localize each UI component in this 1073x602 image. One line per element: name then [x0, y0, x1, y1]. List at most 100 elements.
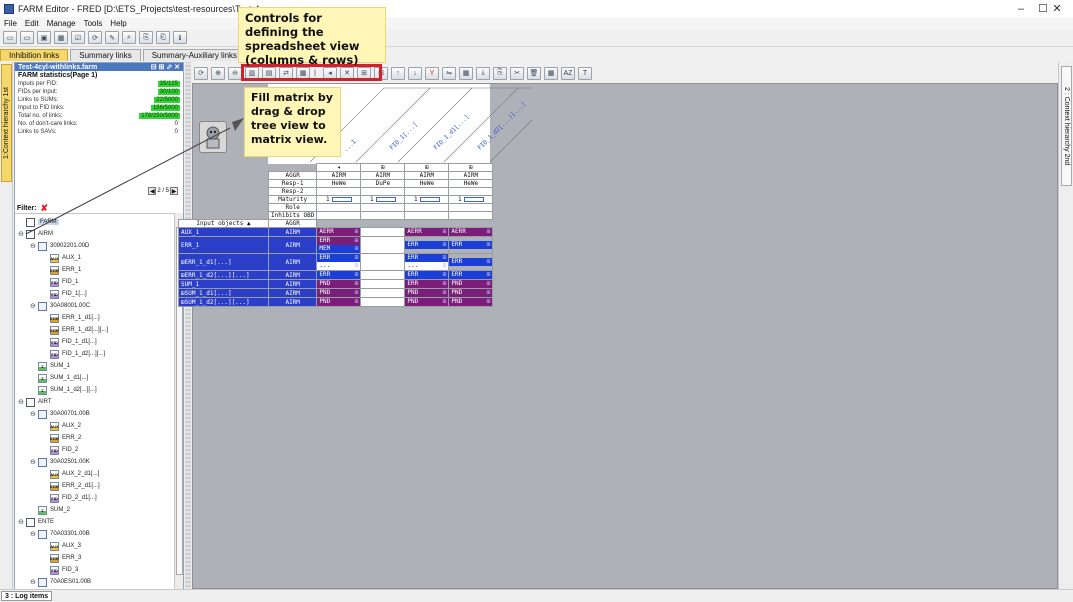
- maturity-slider[interactable]: [331, 197, 352, 202]
- grid-icon[interactable]: ⊞: [355, 271, 359, 279]
- tree-item[interactable]: ⊖ 70A0ES01.00B: [30, 576, 91, 588]
- attr-value[interactable]: 1: [316, 195, 362, 204]
- tree-item[interactable]: AUX AUX_2: [42, 420, 81, 432]
- grid-icon[interactable]: ⊞: [487, 258, 491, 266]
- col-header-3[interactable]: FID_1_d1[...]: [432, 113, 470, 151]
- az-icon[interactable]: AZ: [561, 66, 575, 80]
- attr-value[interactable]: [404, 187, 450, 196]
- grid-icon[interactable]: ⊞: [355, 254, 359, 262]
- row-header[interactable]: ⊞SUM_1_d2[...][...]: [178, 297, 269, 307]
- link-cell[interactable]: [360, 288, 406, 298]
- cut-icon[interactable]: ✂: [510, 66, 524, 80]
- menu-manage[interactable]: Manage: [47, 19, 76, 28]
- tree-item[interactable]: Σ SUM_1: [30, 360, 70, 372]
- grid-icon[interactable]: ⊞: [443, 271, 447, 279]
- grid-icon[interactable]: ⊞: [487, 228, 491, 236]
- copy-icon[interactable]: ⎘: [493, 66, 507, 80]
- tree-item[interactable]: ⊖ AIRM: [18, 228, 53, 240]
- grid-icon[interactable]: ⊞: [487, 289, 491, 297]
- prev-page-button[interactable]: ◀: [148, 187, 157, 195]
- tree-item[interactable]: ERR ERR_2_d1[...]: [42, 480, 100, 492]
- grid-icon[interactable]: ⊞: [487, 271, 491, 279]
- tree-item[interactable]: ERR ERR_3: [42, 552, 81, 564]
- tree-item[interactable]: ⊖ AIRT: [18, 396, 52, 408]
- tree-item[interactable]: ERR ERR_1_d1[...]: [42, 312, 100, 324]
- attr-value[interactable]: AIRM: [448, 171, 494, 180]
- maturity-slider[interactable]: [419, 197, 440, 202]
- link-cell[interactable]: [360, 227, 406, 237]
- check-icon[interactable]: ☑: [71, 31, 85, 44]
- attr-value[interactable]: [360, 187, 406, 196]
- tree-item[interactable]: ERR ERR_2: [42, 432, 81, 444]
- save-all-icon[interactable]: ▦: [54, 31, 68, 44]
- attr-value[interactable]: 1: [448, 195, 494, 204]
- link-cell[interactable]: PND ⊞: [316, 279, 362, 289]
- sort-desc-icon[interactable]: ↓: [408, 66, 422, 80]
- link-icon[interactable]: ⟳: [88, 31, 102, 44]
- panel-splitter[interactable]: [185, 62, 191, 589]
- grid-icon[interactable]: ⊞: [443, 298, 447, 306]
- grid-icon[interactable]: ⊞: [487, 280, 491, 288]
- tree-item[interactable]: ⊖ 30902201.00D: [30, 240, 89, 252]
- link-cell[interactable]: PND ⊞: [404, 297, 450, 307]
- column-expand-button[interactable]: ⊞: [360, 163, 406, 172]
- link-cell[interactable]: AERR ⊞: [316, 227, 362, 237]
- row-header[interactable]: ⊞SUM_1_d1[...]: [178, 288, 269, 298]
- grid-icon[interactable]: ⊞: [355, 289, 359, 297]
- link-cell[interactable]: [360, 253, 406, 271]
- tree-item[interactable]: ⊖ 70A03301.00B: [30, 528, 90, 540]
- grid-icon[interactable]: ⊞: [443, 254, 447, 262]
- col-header-4[interactable]: FID_1_d2[...][...]: [476, 100, 527, 151]
- link-cell[interactable]: ERR ⊞: [316, 270, 362, 280]
- tab-summary-auxiliary-links[interactable]: Summary-Auxiliary links: [142, 49, 240, 61]
- link-cell[interactable]: ERR ⊞: [448, 253, 494, 271]
- menu-tools[interactable]: Tools: [84, 19, 103, 28]
- grid-icon[interactable]: ⊞: [443, 241, 447, 249]
- attr-value[interactable]: [404, 203, 450, 212]
- input-objects-header[interactable]: Input objects ▲: [178, 219, 269, 228]
- link-cell[interactable]: [360, 270, 406, 280]
- row-header[interactable]: ERR_1: [178, 236, 269, 254]
- grid-icon[interactable]: ⊞: [355, 237, 359, 245]
- tree-item[interactable]: Σ SUM_1_d2[...][...]: [30, 384, 97, 396]
- attr-value[interactable]: DuPe: [360, 179, 406, 188]
- attr-value[interactable]: [404, 211, 450, 220]
- grid-icon[interactable]: ⊞: [355, 262, 359, 270]
- expander-icon[interactable]: ⊖: [30, 578, 36, 586]
- next-page-button[interactable]: ▶: [170, 187, 178, 195]
- link-cell[interactable]: ERR ⊞: [448, 270, 494, 280]
- tree-item[interactable]: ⊖ ENTE: [18, 516, 54, 528]
- expander-icon[interactable]: ⊖: [30, 458, 36, 466]
- refresh-icon[interactable]: ⟳: [194, 66, 208, 80]
- grid-icon[interactable]: ⊞: [443, 262, 447, 270]
- link-cell[interactable]: [360, 279, 406, 289]
- link-cell[interactable]: AERR ⊞: [448, 227, 494, 237]
- panel-controls[interactable]: ⊟ ⊞ ⬀ ✕: [151, 63, 180, 71]
- col-header-1[interactable]: ...1: [342, 138, 357, 153]
- expander-icon[interactable]: ⊖: [30, 242, 36, 250]
- attr-value[interactable]: 1: [404, 195, 450, 204]
- tab-log-items[interactable]: 3 : Log items: [1, 591, 53, 601]
- expander-icon[interactable]: ⊖: [18, 518, 24, 526]
- zoom-in-icon[interactable]: ⊕: [211, 66, 225, 80]
- link-cell[interactable]: ERR ⊞: [404, 279, 450, 289]
- link-cell[interactable]: ERR ⊞: [404, 270, 450, 280]
- drag-target-icon[interactable]: [199, 121, 227, 153]
- grid-icon[interactable]: ⊞: [443, 228, 447, 236]
- grid-icon[interactable]: ⊞: [355, 228, 359, 236]
- attr-value[interactable]: [360, 211, 406, 220]
- find-icon[interactable]: ⌕: [122, 31, 136, 44]
- tree-item[interactable]: FID FID_3: [42, 564, 78, 576]
- trash-icon[interactable]: 🗑: [527, 66, 541, 80]
- expander-icon[interactable]: ⊖: [18, 230, 24, 238]
- tree-item[interactable]: ⊖ 30A02501.00K: [30, 456, 90, 468]
- grid-icon[interactable]: ⊞: [355, 298, 359, 306]
- attr-value[interactable]: [316, 187, 362, 196]
- grid-icon[interactable]: ⊞: [487, 241, 491, 249]
- link-cell[interactable]: PND ⊞: [316, 297, 362, 307]
- grid-icon[interactable]: ⊞: [443, 289, 447, 297]
- attr-value[interactable]: [360, 203, 406, 212]
- tree-item[interactable]: FID FID_1_d1[...]: [42, 336, 97, 348]
- tree-item[interactable]: FID FID_1[...]: [42, 288, 87, 300]
- text-icon[interactable]: T: [578, 66, 592, 80]
